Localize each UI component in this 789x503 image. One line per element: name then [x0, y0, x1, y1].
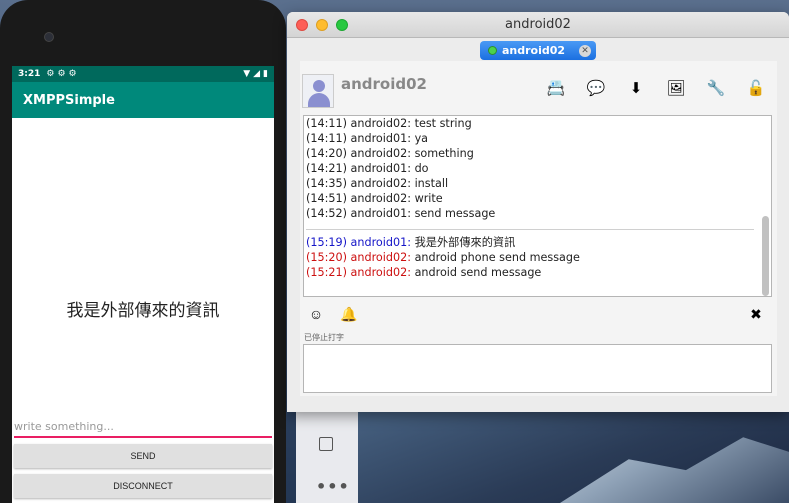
chat-message: (14:11) android02: test string: [306, 116, 771, 131]
chat-message: (15:21) android02: android send message: [306, 265, 771, 280]
android-emulator: 3:21 ⚙ ⚙ ⚙ ▼ ◢ ▮ XMPPSimple 我是外部傳來的資訊 wr…: [0, 0, 286, 503]
contact-name: android02: [341, 75, 427, 93]
message-time: (14:51): [306, 192, 351, 205]
emoji-icon[interactable]: ☺: [306, 304, 326, 324]
message-text: test string: [414, 117, 472, 130]
settings-icon: ⚙: [57, 69, 66, 79]
app-title: XMPPSimple: [23, 92, 115, 108]
status-bar: 3:21 ⚙ ⚙ ⚙ ▼ ◢ ▮: [12, 66, 274, 82]
input-toolbar: ☺ 🔔 ✖: [303, 302, 772, 326]
message-sender: android02:: [350, 177, 415, 190]
chat-message: (14:52) android01: send message: [306, 206, 771, 221]
image-icon[interactable]: 🖼: [665, 78, 687, 98]
message-time: (14:20): [306, 147, 351, 160]
window-title: android02: [505, 17, 571, 32]
scrollbar[interactable]: [762, 216, 769, 296]
chat-message: (15:20) android02: android phone send me…: [306, 250, 771, 265]
message-time: (14:52): [306, 207, 351, 220]
history-divider: [306, 229, 754, 230]
chat-log[interactable]: (14:11) android02: test string (14:11) an…: [303, 115, 772, 297]
message-sender: android02:: [350, 192, 415, 205]
status-time: 3:21: [18, 69, 41, 79]
chat-message: (14:51) android02: write: [306, 191, 771, 206]
chat-message: (14:11) android01: ya: [306, 131, 771, 146]
message-sender: android01:: [350, 162, 415, 175]
message-sender: android01:: [350, 207, 415, 220]
chat-message: (14:21) android01: do: [306, 161, 771, 176]
message-time: (14:35): [306, 177, 351, 190]
close-tab-icon[interactable]: ✕: [579, 44, 591, 57]
tab-bar: android02 ✕: [287, 38, 789, 60]
message-text: install: [414, 177, 449, 190]
chat-bubbles-icon[interactable]: 💬: [585, 78, 607, 98]
settings-wrench-icon[interactable]: 🔧: [705, 78, 727, 98]
message-text: android send message: [414, 266, 542, 279]
disconnect-button[interactable]: DISCONNECT: [14, 474, 272, 498]
avatar: [302, 74, 334, 108]
message-sender: android01:: [350, 236, 415, 249]
typing-status: 已停止打字: [304, 333, 344, 342]
clear-chat-icon[interactable]: ✖: [746, 304, 766, 324]
message-time: (14:11): [306, 117, 351, 130]
message-input[interactable]: write something...: [14, 418, 272, 438]
message-time: (15:21): [306, 266, 351, 279]
chat-panel: android02 📇 💬 ⬇ 🖼 🔧 🔓 (14:11) android02:…: [300, 61, 777, 396]
message-sender: android02:: [350, 117, 415, 130]
chat-input[interactable]: [303, 344, 772, 393]
settings-icon: ⚙: [68, 69, 77, 79]
message-time: (15:19): [306, 236, 351, 249]
send-button[interactable]: SEND: [14, 444, 272, 468]
message-text: ya: [414, 132, 429, 145]
message-sender: android01:: [350, 132, 415, 145]
message-text: 我是外部傳來的資訊: [414, 236, 516, 249]
online-status-icon: [488, 46, 497, 55]
more-icon[interactable]: •••: [316, 477, 350, 496]
chat-header: android02 📇 💬 ⬇ 🖼 🔧 🔓: [300, 61, 777, 111]
message-sender: android02:: [350, 147, 415, 160]
wifi-icon: ▼: [243, 69, 251, 79]
message-time: (14:11): [306, 132, 351, 145]
message-text: something: [414, 147, 474, 160]
message-sender: android02:: [350, 266, 415, 279]
chat-message: (14:35) android02: install: [306, 176, 771, 191]
chat-message: (15:19) android01: 我是外部傳來的資訊: [306, 235, 771, 250]
message-text: do: [414, 162, 429, 175]
message-list: (14:11) android02: test string (14:11) an…: [304, 116, 771, 280]
message-text: android phone send message: [414, 251, 580, 264]
square-icon[interactable]: [319, 437, 333, 451]
contact-card-icon[interactable]: 📇: [545, 78, 567, 98]
message-time: (15:20): [306, 251, 351, 264]
settings-icon: ⚙: [46, 69, 55, 79]
tab-label: android02: [502, 44, 566, 57]
tab-android02[interactable]: android02 ✕: [480, 41, 596, 60]
message-sender: android02:: [350, 251, 415, 264]
camera-icon: [44, 32, 54, 42]
nudge-bell-icon[interactable]: 🔔: [339, 304, 359, 324]
title-bar: android02: [287, 12, 789, 38]
battery-icon: ▮: [263, 69, 268, 79]
chat-message: (14:20) android02: something: [306, 146, 771, 161]
chat-window: android02 android02 ✕ android02 📇 💬 ⬇ 🖼 …: [287, 12, 789, 412]
signal-icon: ◢: [253, 69, 261, 79]
message-text: send message: [414, 207, 496, 220]
download-icon[interactable]: ⬇: [625, 78, 647, 98]
lock-icon[interactable]: 🔓: [745, 78, 767, 98]
phone-screen: 3:21 ⚙ ⚙ ⚙ ▼ ◢ ▮ XMPPSimple 我是外部傳來的資訊 wr…: [12, 66, 274, 503]
app-bar: XMPPSimple: [12, 82, 274, 118]
message-text: write: [414, 192, 443, 205]
message-time: (14:21): [306, 162, 351, 175]
received-message: 我是外部傳來的資訊: [66, 301, 220, 321]
